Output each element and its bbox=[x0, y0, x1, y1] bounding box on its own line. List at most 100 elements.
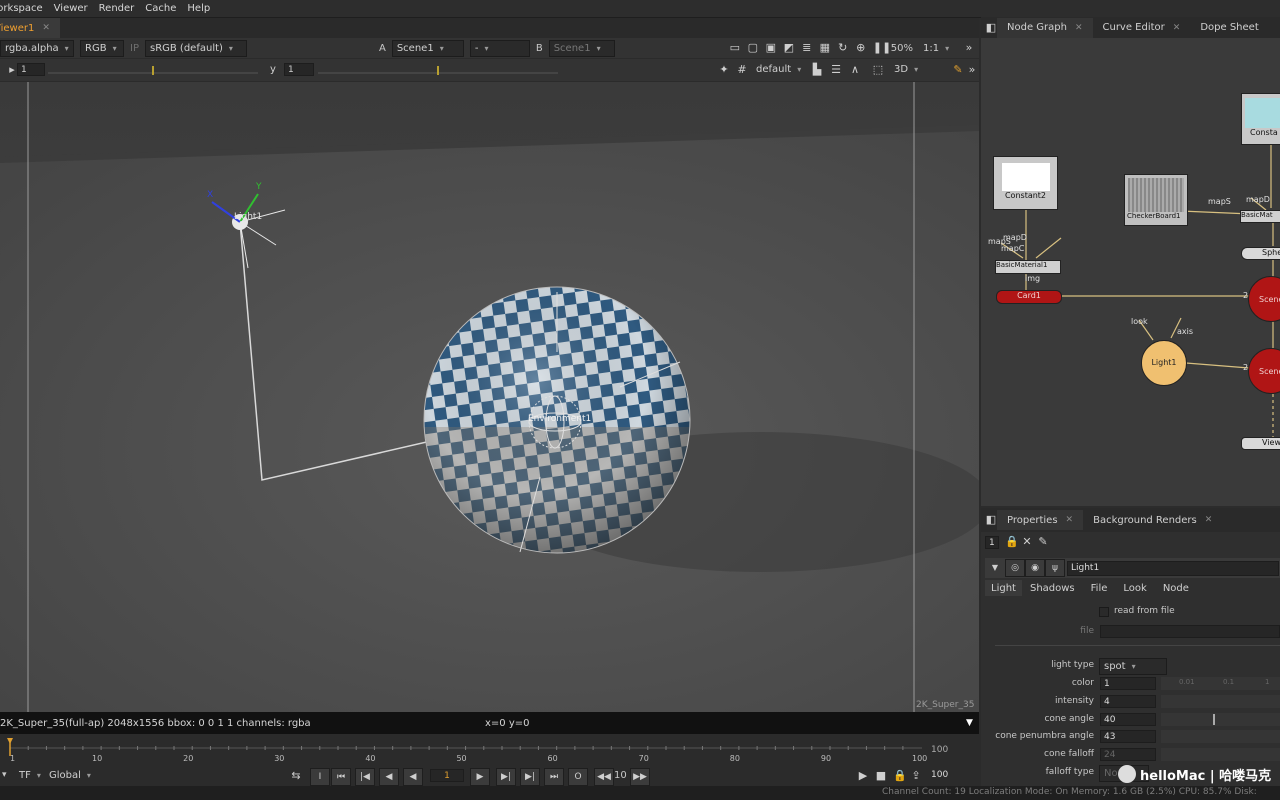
cone-angle-input[interactable]: 40 bbox=[1100, 713, 1156, 726]
close-icon[interactable]: ✕ bbox=[1173, 23, 1181, 33]
tab-background-renders[interactable]: Background Renders ✕ bbox=[1083, 510, 1222, 530]
hash-icon[interactable]: # bbox=[736, 64, 748, 76]
intensity-slider[interactable] bbox=[1161, 695, 1280, 708]
pause-icon[interactable]: ❚❚ bbox=[873, 42, 891, 54]
end-frame-field[interactable]: 100 bbox=[928, 744, 962, 757]
cone-falloff-input[interactable]: 24 bbox=[1100, 748, 1156, 761]
lock-icon[interactable]: 🔒 bbox=[893, 770, 907, 782]
light-type-dropdown[interactable]: spot bbox=[1099, 658, 1167, 675]
close-icon[interactable]: ✕ bbox=[42, 23, 50, 33]
viewer-3d[interactable]: Y X Light1 Environment1 2K_Super_35 bbox=[0, 82, 979, 712]
file-input[interactable] bbox=[1100, 625, 1280, 638]
gain-slider[interactable] bbox=[48, 63, 258, 77]
menu-cache[interactable]: Cache bbox=[145, 3, 176, 14]
cone-penumbra-slider[interactable] bbox=[1161, 730, 1280, 743]
cone-angle-slider[interactable] bbox=[1161, 713, 1280, 726]
frame-icon[interactable]: ▢ bbox=[747, 42, 759, 54]
gamma-input[interactable]: 1 bbox=[284, 63, 314, 76]
b-input-dropdown[interactable]: Scene1 bbox=[548, 39, 615, 57]
lut-dropdown[interactable]: sRGB (default) bbox=[144, 39, 247, 57]
collapse-icon[interactable]: ▼ bbox=[989, 562, 1001, 574]
gain-input[interactable]: 1 bbox=[17, 63, 45, 76]
tf-dropdown[interactable]: TF bbox=[15, 768, 49, 783]
rgb-dropdown[interactable]: RGB bbox=[80, 39, 124, 57]
play-forward-button[interactable]: ▶| bbox=[496, 768, 516, 786]
node-sphere[interactable]: Sphere bbox=[1241, 247, 1280, 260]
select-icon[interactable]: ⬚ bbox=[872, 64, 884, 76]
info-dropdown-icon[interactable]: ▼ bbox=[966, 718, 973, 728]
refresh-icon[interactable]: ↻ bbox=[837, 42, 849, 54]
more-icon[interactable]: » bbox=[963, 42, 975, 54]
current-frame-input[interactable]: 1 bbox=[430, 769, 464, 782]
ratio-dropdown[interactable]: 1:1 bbox=[919, 41, 957, 56]
play-back-button[interactable]: ◀ bbox=[379, 768, 399, 786]
subtab-light[interactable]: Light bbox=[985, 580, 1022, 596]
timeline[interactable]: 1 10 20 30 40 50 60 70 80 90 100 100 bbox=[0, 734, 979, 766]
paint-icon[interactable]: ✦ bbox=[718, 64, 730, 76]
color-input[interactable]: 1 bbox=[1100, 677, 1156, 690]
intensity-input[interactable]: 4 bbox=[1100, 695, 1156, 708]
node-basic-material-left[interactable]: BasicMaterial1 bbox=[995, 260, 1061, 274]
lines-icon[interactable]: ≣ bbox=[801, 42, 813, 54]
subtab-shadows[interactable]: Shadows bbox=[1022, 580, 1083, 596]
camera-dropdown[interactable]: default bbox=[752, 62, 806, 77]
ip-toggle[interactable]: IP bbox=[130, 43, 139, 54]
tool-icon[interactable]: ψ bbox=[1045, 559, 1065, 577]
node-graph[interactable]: Constant2 Consta CheckerBoard1 BasicMate… bbox=[981, 38, 1280, 506]
capture-icon[interactable]: ■ bbox=[875, 770, 887, 782]
grid-icon[interactable]: ▦ bbox=[819, 42, 831, 54]
step-size[interactable]: 10 bbox=[614, 770, 627, 781]
node-checkerboard[interactable]: CheckerBoard1 bbox=[1124, 174, 1188, 226]
step-forward-button[interactable]: ▶▶ bbox=[630, 768, 650, 786]
eye-icon[interactable]: ◉ bbox=[1025, 559, 1045, 577]
node-viewer[interactable]: Viewer bbox=[1241, 437, 1280, 450]
clip-icon[interactable]: ◩ bbox=[783, 42, 795, 54]
node-card1[interactable]: Card1 bbox=[996, 290, 1062, 304]
menu-viewer[interactable]: Viewer bbox=[54, 3, 88, 14]
wipe-mode-dropdown[interactable]: - bbox=[469, 39, 530, 57]
first-frame-button[interactable]: ⏮ bbox=[331, 768, 351, 786]
light-gizmo-label[interactable]: Light1 bbox=[234, 212, 262, 222]
prev-frame-button[interactable]: ◀ bbox=[403, 768, 423, 786]
subtab-look[interactable]: Look bbox=[1115, 580, 1154, 596]
close-icon[interactable]: ✕ bbox=[1205, 515, 1213, 525]
node-name-input[interactable]: Light1 bbox=[1067, 561, 1279, 576]
gamma-slider[interactable] bbox=[318, 63, 558, 77]
list-icon[interactable]: ☰ bbox=[830, 64, 842, 76]
more-icon[interactable]: » bbox=[966, 64, 978, 76]
max-panels-input[interactable]: 1 bbox=[985, 536, 999, 549]
a-input-dropdown[interactable]: Scene1 bbox=[391, 39, 464, 57]
color-slider[interactable]: 0.01 0.1 1 bbox=[1161, 677, 1280, 690]
menu-workspace[interactable]: Workspace bbox=[0, 3, 43, 14]
channels-dropdown[interactable]: rgba.alpha bbox=[0, 39, 74, 57]
last-frame-button[interactable]: ⏭ bbox=[544, 768, 564, 786]
lock-icon[interactable]: 🔒 bbox=[1005, 536, 1019, 548]
tab-properties[interactable]: Properties ✕ bbox=[997, 510, 1084, 530]
subtab-node[interactable]: Node bbox=[1155, 580, 1197, 596]
in-point-button[interactable]: I bbox=[310, 768, 330, 786]
cone-falloff-slider[interactable] bbox=[1161, 748, 1280, 761]
node-constant2[interactable]: Constant2 bbox=[993, 156, 1058, 210]
center-icon[interactable]: ◎ bbox=[1005, 559, 1025, 577]
out-point-button[interactable]: O bbox=[568, 768, 588, 786]
menu-help[interactable]: Help bbox=[187, 3, 210, 14]
tab-node-graph[interactable]: Node Graph ✕ bbox=[997, 17, 1093, 38]
next-key-button[interactable]: ▶| bbox=[520, 768, 540, 786]
overlay-icon[interactable]: ▣ bbox=[765, 42, 777, 54]
flipbook-icon[interactable]: ▶ bbox=[857, 770, 869, 782]
global-dropdown[interactable]: Global bbox=[45, 768, 103, 783]
export-icon[interactable]: ⇪ bbox=[910, 770, 922, 782]
next-frame-button[interactable]: ▶ bbox=[470, 768, 490, 786]
target-icon[interactable]: ⊕ bbox=[855, 42, 867, 54]
panel-menu-icon[interactable]: ◧ bbox=[985, 514, 997, 526]
slider-handle[interactable] bbox=[1213, 714, 1215, 725]
prev-key-button[interactable]: |◀ bbox=[355, 768, 375, 786]
node-constant-right[interactable]: Consta bbox=[1241, 93, 1280, 145]
pencil-icon[interactable]: ✎ bbox=[952, 64, 964, 76]
menu-render[interactable]: Render bbox=[99, 3, 135, 14]
end-frame-field-2[interactable]: 100 bbox=[928, 769, 962, 782]
subtab-file[interactable]: File bbox=[1083, 580, 1116, 596]
panel-menu-icon[interactable]: ◧ bbox=[985, 21, 997, 34]
chevron-down-icon[interactable]: ▾ bbox=[2, 770, 7, 780]
close-icon[interactable]: ✕ bbox=[1066, 515, 1074, 525]
